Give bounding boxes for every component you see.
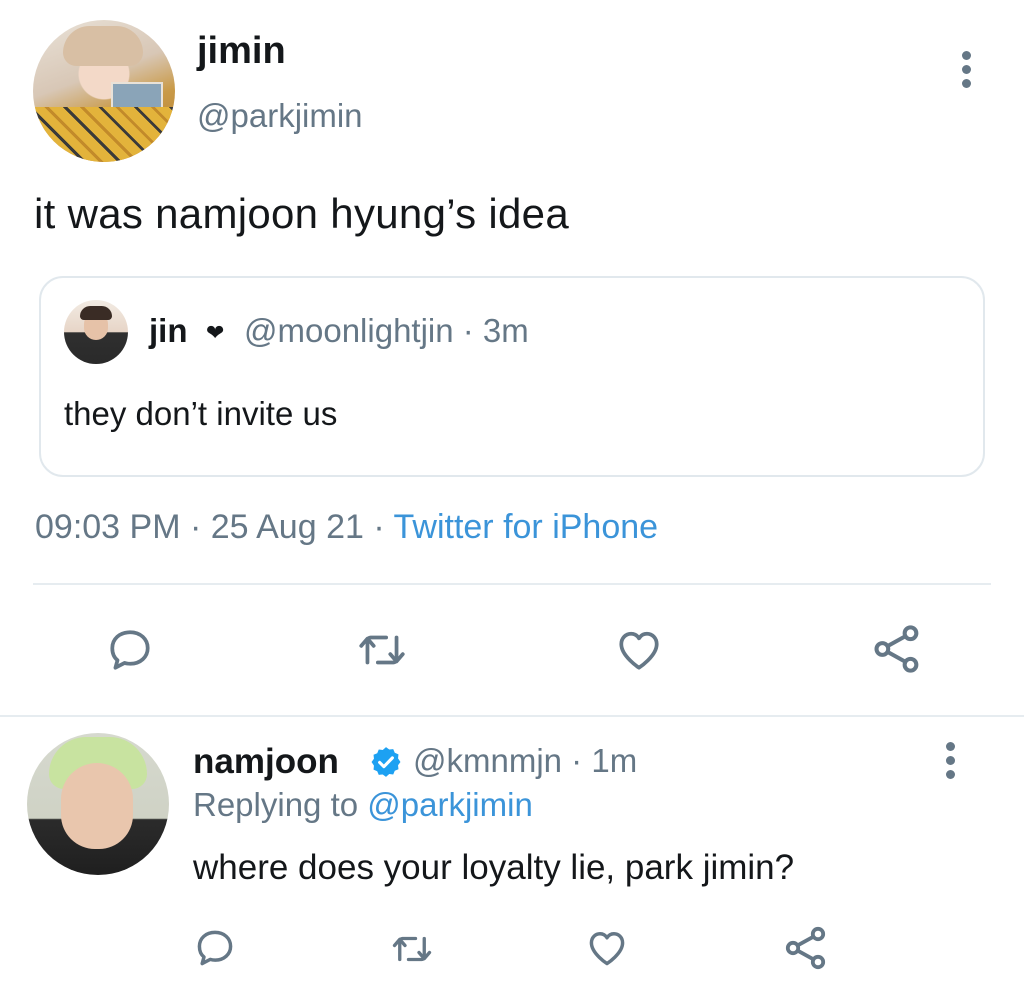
quoted-author-handle-time: @moonlightjin · 3m <box>244 312 529 349</box>
replying-to-mention[interactable]: @parkjimin <box>367 786 533 823</box>
thread-divider <box>0 715 1024 717</box>
reply-icon[interactable] <box>193 926 237 970</box>
tweet-timestamp: 09:03 PM · 25 Aug 21 · <box>35 508 394 546</box>
jimin-avatar[interactable] <box>33 20 175 162</box>
tweet-text: it was namjoon hyung’s idea <box>34 190 569 237</box>
avatar-shirt <box>33 107 175 162</box>
reply-author-name[interactable]: namjoon <box>193 742 339 782</box>
more-options-icon[interactable] <box>962 51 972 93</box>
reply-text: where does your loyalty lie, park jimin? <box>193 848 795 887</box>
retweet-icon[interactable] <box>355 625 409 675</box>
share-icon[interactable] <box>782 924 830 972</box>
avatar-face <box>61 763 133 849</box>
quoted-author-name[interactable]: jin <box>149 312 188 350</box>
tweet-source-link[interactable]: Twitter for iPhone <box>394 508 659 546</box>
replying-to: Replying to @parkjimin <box>193 786 533 824</box>
heart-icon[interactable] <box>584 926 630 970</box>
avatar-hair <box>80 306 112 320</box>
more-options-icon[interactable] <box>946 742 956 784</box>
heart-emoji-icon: ❤ <box>206 320 225 345</box>
verified-badge-icon <box>369 745 403 779</box>
share-icon[interactable] <box>870 622 924 676</box>
quoted-tweet-text: they don’t invite us <box>64 395 338 432</box>
divider <box>33 583 991 585</box>
jin-avatar[interactable] <box>64 300 128 364</box>
tweet-metadata: 09:03 PM · 25 Aug 21 · Twitter for iPhon… <box>35 508 658 547</box>
avatar-hair <box>63 26 143 66</box>
namjoon-avatar[interactable] <box>27 733 169 875</box>
reply-author-handle-time: @kmnmjn · 1m <box>413 742 638 779</box>
retweet-icon[interactable] <box>388 928 436 970</box>
author-display-name[interactable]: jimin <box>197 30 286 73</box>
reply-icon[interactable] <box>105 625 155 675</box>
quoted-tweet-card[interactable] <box>39 276 985 477</box>
author-handle[interactable]: @parkjimin <box>197 97 363 135</box>
replying-to-label: Replying to <box>193 786 368 823</box>
heart-icon[interactable] <box>613 625 665 675</box>
